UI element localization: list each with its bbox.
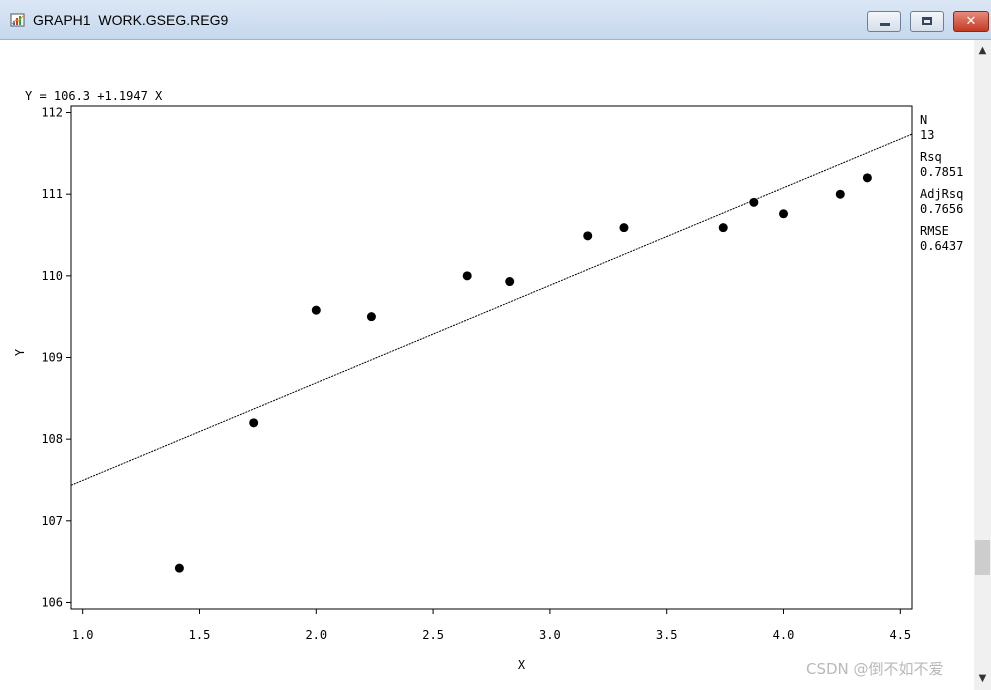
data-point bbox=[462, 271, 472, 281]
stat-value: 0.7851 bbox=[920, 165, 963, 179]
x-tick-label: 3.0 bbox=[539, 628, 561, 642]
regression-line bbox=[70, 133, 913, 486]
plot-labels-layer: Y = 106.3 +1.1947 XXYN13Rsq0.7851AdjRsq0… bbox=[13, 89, 963, 672]
x-axis-label: X bbox=[518, 658, 526, 672]
data-point bbox=[619, 223, 629, 233]
y-tick-label: 111 bbox=[41, 187, 63, 201]
x-tick-label: 1.5 bbox=[189, 628, 211, 642]
data-point bbox=[862, 173, 872, 183]
minimize-icon bbox=[880, 23, 890, 26]
scroll-thumb[interactable] bbox=[975, 540, 990, 575]
stat-value: 0.7656 bbox=[920, 202, 963, 216]
regression-equation: Y = 106.3 +1.1947 X bbox=[25, 89, 163, 103]
regression-plot: 1.0 1.5 2.0 2.5 3.0 3.5 4.0 4.5 106 107 108 109 110 1… bbox=[13, 89, 963, 672]
plot-axes: 1.0 1.5 2.0 2.5 3.0 3.5 4.0 4.5 106 107 108 109 110 1… bbox=[41, 105, 913, 642]
y-axis-label: Y bbox=[13, 348, 27, 356]
stat-label: AdjRsq bbox=[920, 187, 963, 201]
data-point bbox=[749, 197, 759, 207]
vertical-scrollbar[interactable]: ▲ ▼ bbox=[974, 40, 991, 690]
y-tick-label: 108 bbox=[41, 432, 63, 446]
graph-window: GRAPH1 WORK.GSEG.REG9 ✕ 1.0 1.5 2.0 2.5 3.0 3… bbox=[0, 0, 991, 690]
graph-window-icon bbox=[10, 13, 25, 27]
data-point bbox=[583, 231, 593, 241]
close-icon: ✕ bbox=[965, 14, 977, 29]
stat-value: 0.6437 bbox=[920, 239, 963, 253]
x-tick-label: 4.5 bbox=[889, 628, 911, 642]
title-bar[interactable]: GRAPH1 WORK.GSEG.REG9 ✕ bbox=[0, 0, 991, 40]
minimize-button[interactable] bbox=[867, 11, 901, 32]
x-tick-label: 3.5 bbox=[656, 628, 678, 642]
y-tick-label: 106 bbox=[41, 595, 63, 609]
x-tick-label: 1.0 bbox=[72, 628, 94, 642]
stat-label: Rsq bbox=[920, 150, 942, 164]
data-point bbox=[505, 277, 515, 287]
watermark-text: CSDN @倒不如不爱 bbox=[806, 660, 944, 678]
scroll-down-arrow-icon[interactable]: ▼ bbox=[974, 670, 991, 690]
data-point bbox=[174, 563, 184, 573]
maximize-icon bbox=[922, 17, 932, 25]
data-point bbox=[311, 305, 321, 315]
x-tick-label: 2.5 bbox=[422, 628, 444, 642]
x-tick-label: 2.0 bbox=[305, 628, 327, 642]
y-tick-label: 112 bbox=[41, 106, 63, 120]
fit-line-layer bbox=[70, 133, 913, 486]
stat-label: RMSE bbox=[920, 224, 949, 238]
data-point bbox=[249, 418, 259, 428]
maximize-button[interactable] bbox=[910, 11, 944, 32]
plot-frame bbox=[70, 105, 913, 610]
data-point bbox=[779, 209, 789, 219]
scroll-up-arrow-icon[interactable]: ▲ bbox=[974, 40, 991, 60]
y-tick-label: 109 bbox=[41, 351, 63, 365]
close-button[interactable]: ✕ bbox=[953, 11, 989, 32]
data-point bbox=[366, 312, 376, 322]
stat-label: N bbox=[920, 113, 927, 127]
x-tick-label: 4.0 bbox=[773, 628, 795, 642]
y-tick-label: 107 bbox=[41, 514, 63, 528]
y-tick-label: 110 bbox=[41, 269, 63, 283]
window-title: GRAPH1 WORK.GSEG.REG9 bbox=[33, 12, 229, 28]
stat-value: 13 bbox=[920, 128, 934, 142]
data-points-layer bbox=[174, 173, 872, 573]
data-point bbox=[835, 189, 845, 199]
data-point bbox=[718, 223, 728, 233]
